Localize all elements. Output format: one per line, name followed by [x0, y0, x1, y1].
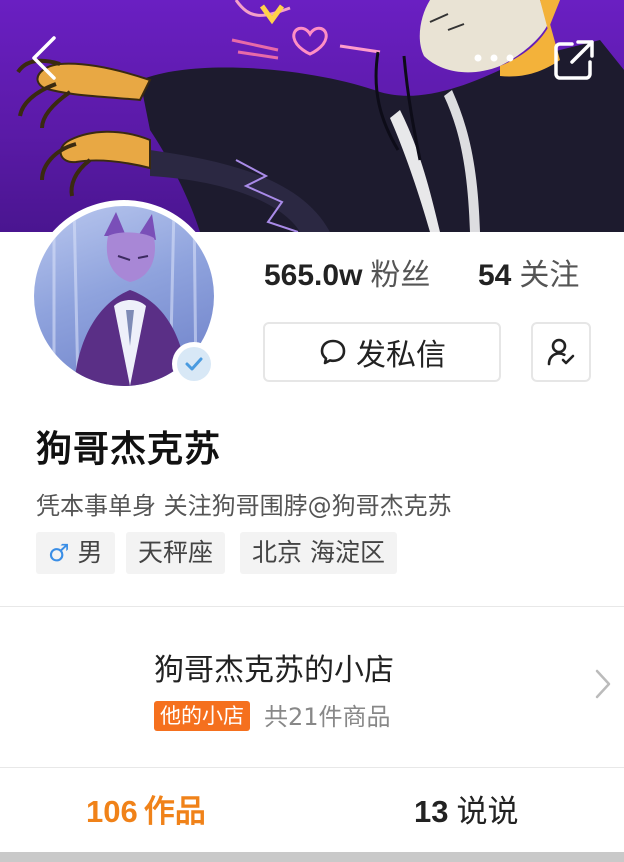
gender-label: 男	[77, 538, 103, 567]
fans-label: 粉丝	[370, 258, 431, 293]
share-external-icon	[554, 40, 594, 80]
chevron-right-icon	[595, 669, 611, 699]
user-follow-icon	[547, 338, 575, 366]
profile-bio: 凭本事单身 关注狗哥围脖@狗哥杰克苏	[36, 492, 452, 520]
tag-zodiac: 天秤座	[126, 532, 226, 574]
profile-name: 狗哥杰克苏	[36, 429, 222, 470]
chat-bubble-icon	[320, 339, 346, 365]
banner-illustration	[16, 0, 624, 232]
shop-title: 狗哥杰克苏的小店	[154, 653, 394, 688]
shop-badge: 他的小店	[154, 701, 250, 731]
verified-badge	[172, 342, 216, 386]
shop-item-count: 共21件商品	[264, 703, 391, 731]
send-message-button[interactable]: 发私信	[263, 322, 501, 382]
profile-banner	[0, 0, 624, 232]
content-preview-strip	[0, 852, 624, 862]
shop-entry[interactable]: 狗哥杰克苏的小店 他的小店 共21件商品	[0, 607, 624, 767]
stat-following[interactable]: 54 关注	[478, 254, 579, 298]
back-button[interactable]	[22, 32, 70, 84]
tab-posts-count: 13	[414, 794, 449, 829]
share-button[interactable]	[550, 36, 598, 84]
status-bar	[0, 0, 624, 12]
tab-posts[interactable]: 13 说说	[414, 786, 518, 831]
tag-gender: ♂ 男	[36, 532, 115, 574]
back-arrow-icon	[32, 36, 56, 80]
tab-posts-label: 说说	[456, 794, 519, 830]
following-count: 54	[478, 259, 512, 292]
more-button[interactable]	[468, 44, 520, 72]
male-icon: ♂	[48, 539, 70, 567]
fans-count: 565.0w	[264, 259, 363, 292]
more-dots-icon	[474, 54, 514, 62]
follow-button[interactable]	[531, 322, 591, 382]
tab-works-label: 作品	[143, 794, 206, 830]
stat-fans[interactable]: 565.0w 粉丝	[264, 254, 430, 298]
send-message-label: 发私信	[356, 338, 446, 373]
divider	[0, 767, 624, 768]
tag-location: 北京 海淀区	[240, 532, 397, 574]
checkmark-icon	[185, 357, 203, 371]
tab-works[interactable]: 106 作品	[86, 786, 206, 831]
tab-works-count: 106	[86, 794, 138, 829]
following-label: 关注	[519, 258, 580, 293]
